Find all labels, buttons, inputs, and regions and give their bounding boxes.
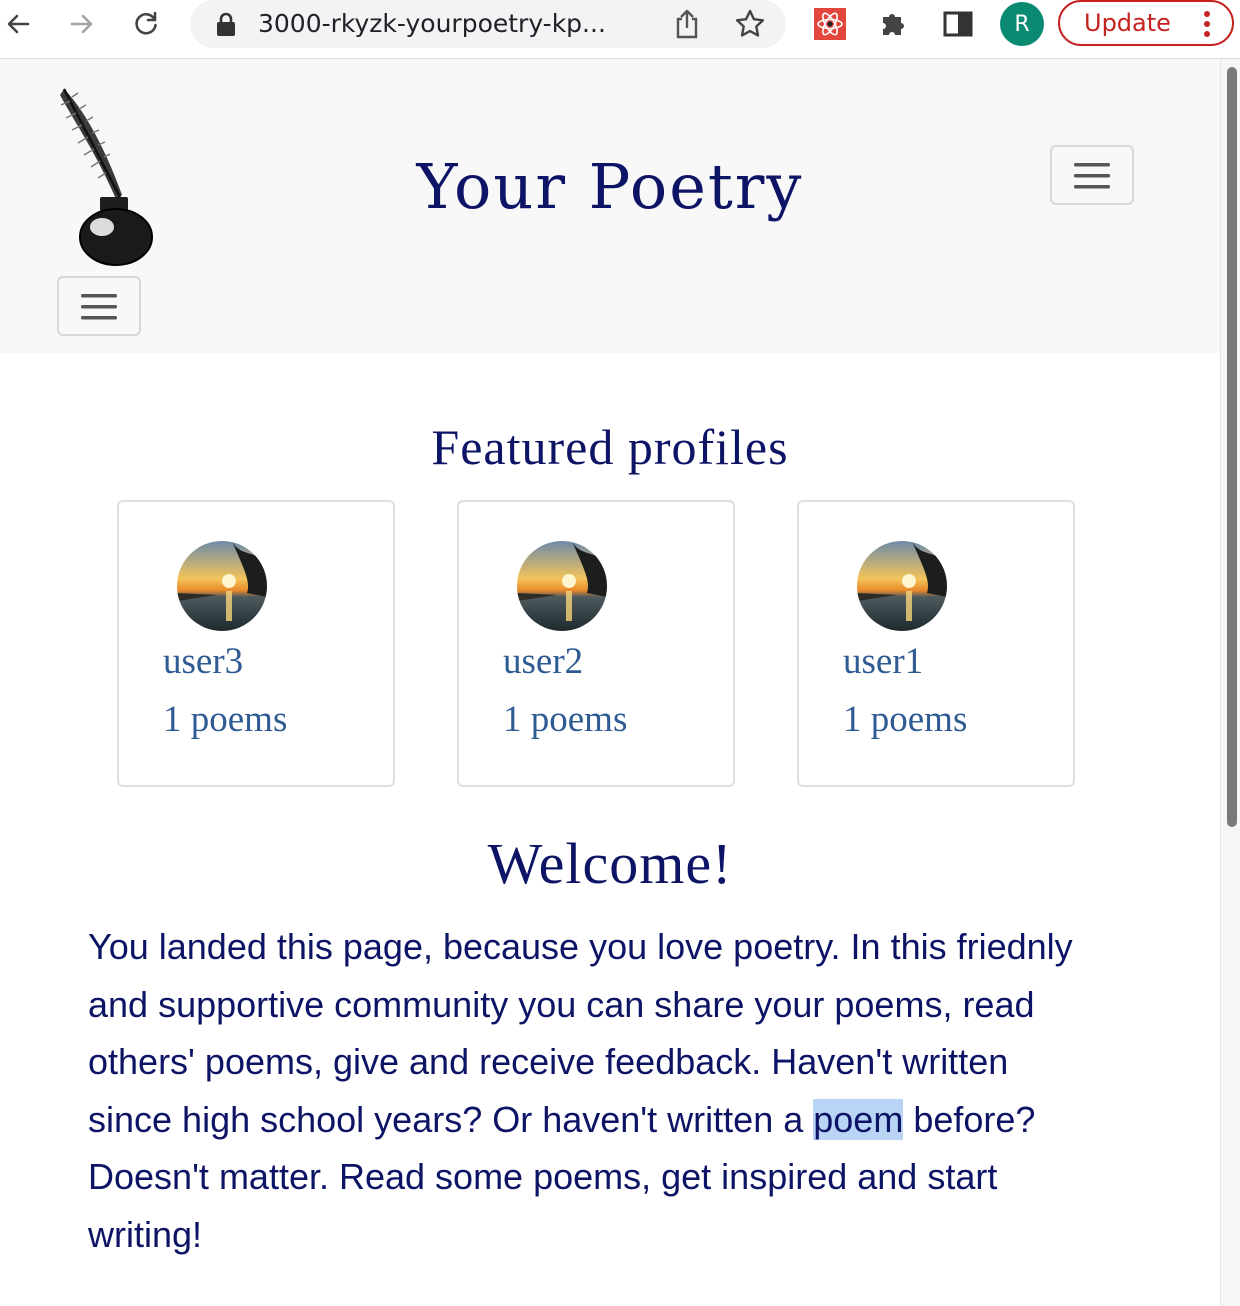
side-panel-icon[interactable] xyxy=(942,8,974,40)
secondary-navbar-toggler-button[interactable] xyxy=(57,276,141,336)
reload-icon[interactable] xyxy=(128,7,164,41)
lock-icon[interactable] xyxy=(214,11,238,37)
update-button[interactable]: Update xyxy=(1058,0,1234,46)
hamburger-menu-icon xyxy=(1074,163,1110,189)
profile-picture-sunset[interactable] xyxy=(517,541,607,631)
site-header: Your Poetry xyxy=(0,59,1220,353)
address-bar[interactable]: 3000-rkyzk-yourpoetry-kp... xyxy=(190,0,786,48)
profile-username-link[interactable]: user2 xyxy=(503,640,583,683)
profile-poem-count: 1 poems xyxy=(503,699,628,740)
profile-card[interactable]: user2 1 poems xyxy=(457,500,735,787)
url-text[interactable]: 3000-rkyzk-yourpoetry-kp... xyxy=(258,9,668,39)
featured-profiles-heading: Featured profiles xyxy=(431,419,789,475)
forward-arrow-icon[interactable] xyxy=(64,7,100,41)
hamburger-menu-icon xyxy=(81,294,117,320)
profile-poem-count: 1 poems xyxy=(843,699,968,740)
react-devtools-icon[interactable] xyxy=(814,8,846,40)
profile-card[interactable]: user1 1 poems xyxy=(797,500,1075,787)
star-icon[interactable] xyxy=(734,8,766,40)
puzzle-extensions-icon[interactable] xyxy=(878,8,910,40)
profile-picture-sunset[interactable] xyxy=(177,541,267,631)
navbar-toggler-button[interactable] xyxy=(1050,145,1134,205)
profile-picture-sunset[interactable] xyxy=(857,541,947,631)
more-vert-icon[interactable] xyxy=(1202,10,1212,38)
welcome-heading: Welcome! xyxy=(487,831,733,896)
profile-avatar[interactable]: R xyxy=(1000,2,1044,46)
update-label: Update xyxy=(1084,9,1171,37)
page-scrollbar[interactable] xyxy=(1220,59,1240,1306)
welcome-paragraph: You landed this page, because you love p… xyxy=(88,918,1088,1263)
profile-username-link[interactable]: user1 xyxy=(843,640,923,683)
profile-card[interactable]: user3 1 poems xyxy=(117,500,395,787)
browser-toolbar: 3000-rkyzk-yourpoetry-kp... R Update xyxy=(0,0,1240,59)
back-arrow-icon[interactable] xyxy=(0,7,36,41)
scrollbar-thumb[interactable] xyxy=(1227,67,1237,827)
profile-username-link[interactable]: user3 xyxy=(163,640,243,683)
share-icon[interactable] xyxy=(672,8,702,40)
profile-poem-count: 1 poems xyxy=(163,699,288,740)
selected-text-highlight: poem xyxy=(813,1098,904,1140)
site-title[interactable]: Your Poetry xyxy=(0,147,1220,227)
